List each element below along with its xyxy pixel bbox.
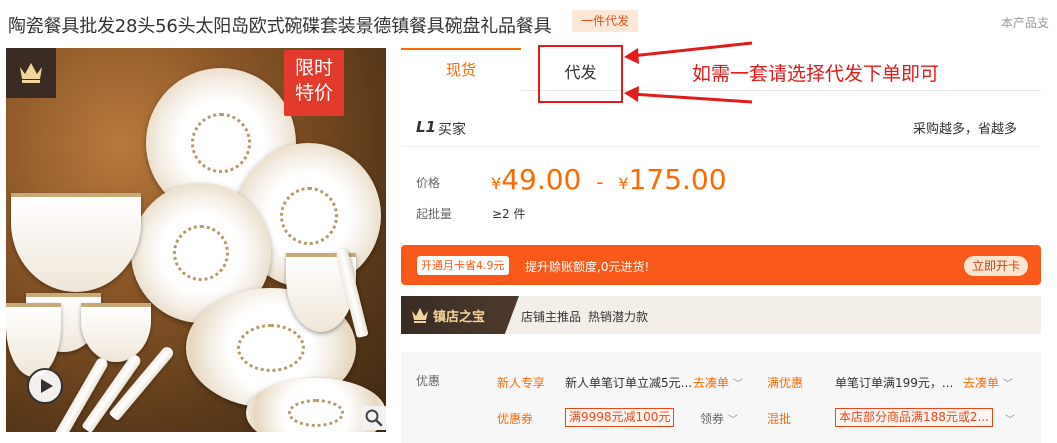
- price-high: 175.00: [628, 163, 727, 196]
- offer-name: 满优惠: [767, 376, 804, 390]
- price-label: 价格: [416, 176, 441, 190]
- tab-in-stock[interactable]: 现货: [401, 48, 521, 91]
- claim-coupon-link[interactable]: 领券 ﹀: [700, 410, 738, 427]
- spoon: [54, 356, 110, 432]
- chevron-down-icon: ﹀: [732, 379, 743, 390]
- open-card-button[interactable]: 立即开卡: [964, 256, 1028, 276]
- offers-label: 优惠: [416, 374, 441, 388]
- bowl: [6, 303, 61, 377]
- chevron-down-icon: ﹀: [1002, 379, 1013, 390]
- promo-tag-line1: 限时: [294, 57, 333, 79]
- play-icon[interactable]: [27, 368, 63, 404]
- shop-tag: 热销潜力款: [588, 310, 649, 324]
- tureen: [11, 193, 141, 292]
- offer-desc: 单笔订单满199元，...: [835, 376, 954, 390]
- monthly-card-promo: 提升赊账额度,0元进货!: [525, 260, 650, 274]
- buyer-label: 买家: [438, 122, 466, 138]
- chevron-down-icon[interactable]: ﹀: [1005, 411, 1015, 426]
- product-note: 本产品支: [1001, 16, 1050, 30]
- mixed-batch-badge[interactable]: 本店部分商品满188元或2...: [835, 408, 993, 427]
- bowl: [81, 303, 151, 362]
- divider: [401, 146, 1041, 147]
- crown-icon: [20, 63, 42, 83]
- offers-panel: [401, 352, 1041, 443]
- offer-link[interactable]: 去凑单 ﹀: [963, 374, 1013, 391]
- buyer-level-badge: L1: [416, 118, 436, 136]
- shop-treasure-title: 镇店之宝: [433, 310, 486, 325]
- annotation-text: 如需一套请选择代发下单即可: [692, 63, 940, 85]
- offer-name: 优惠券: [497, 412, 534, 426]
- currency-symbol: ¥: [491, 174, 502, 193]
- coupon-badge[interactable]: 满9998元减100元: [565, 408, 675, 427]
- offer-name: 混批: [767, 412, 792, 426]
- price-separator: -: [596, 170, 604, 194]
- shop-tag: 店铺主推品: [521, 310, 582, 324]
- chevron-down-icon: ﹀: [727, 415, 738, 426]
- min-qty-value: ≥2 件: [492, 207, 526, 221]
- offer-link-label: 去凑单: [963, 376, 1000, 390]
- offer-name: 新人专享: [497, 376, 546, 390]
- product-title: 陶瓷餐具批发28头56头太阳岛欧式碗碟套装景德镇餐具碗盘礼品餐具: [8, 16, 552, 37]
- price-range: ¥49.00 - ¥175.00: [491, 163, 727, 196]
- promo-tag-line2: 特价: [294, 82, 333, 104]
- offer-desc: 新人单笔订单立减5元...: [565, 376, 693, 390]
- offer-link-label: 去凑单: [693, 376, 730, 390]
- tab-dropship[interactable]: 代发: [538, 45, 623, 103]
- price-low: 49.00: [501, 163, 582, 196]
- buy-more-slogan: 采购越多，省越多: [913, 122, 1018, 137]
- dropship-badge: 一件代发: [572, 10, 639, 32]
- crown-icon: [412, 308, 428, 323]
- promo-tag: 限时 特价: [284, 50, 344, 116]
- currency-symbol: ¥: [618, 174, 629, 193]
- offer-link[interactable]: 去凑单 ﹀: [693, 374, 743, 391]
- min-qty-label: 起批量: [416, 207, 453, 221]
- zoom-icon[interactable]: [362, 406, 386, 430]
- monthly-card-tag: 开通月卡省4.9元: [417, 256, 509, 275]
- crown-badge: [6, 48, 56, 98]
- claim-coupon-label: 领券: [700, 412, 725, 426]
